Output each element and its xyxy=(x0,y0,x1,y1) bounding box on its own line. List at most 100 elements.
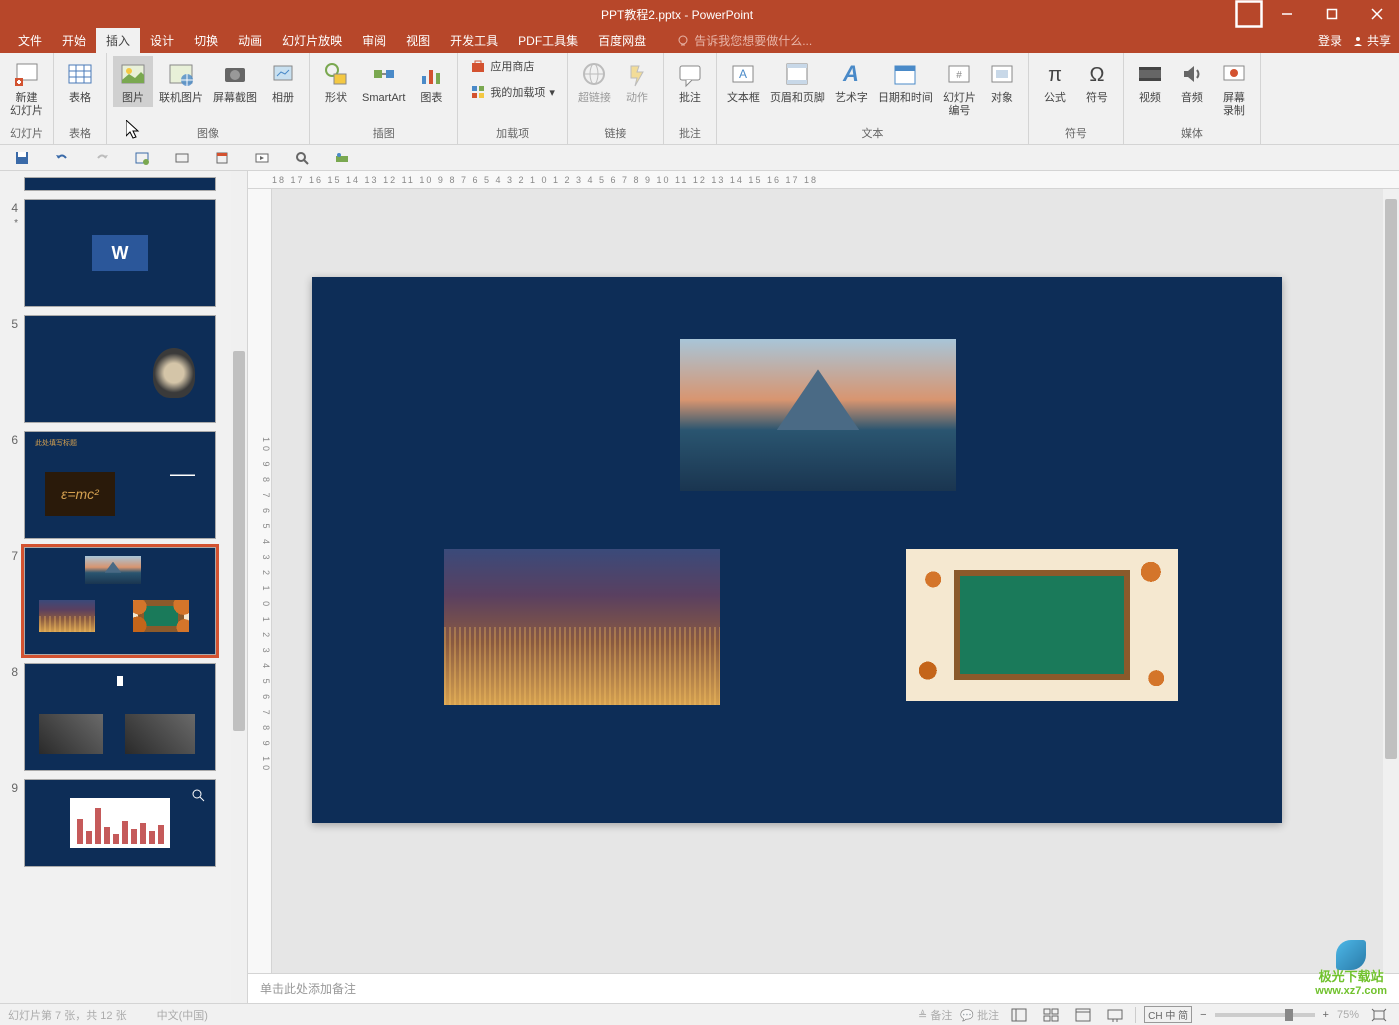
zoom-out-button[interactable]: − xyxy=(1200,1009,1206,1021)
sorter-view-button[interactable] xyxy=(1039,1006,1063,1024)
slide-editor: 18 17 16 15 14 13 12 11 10 9 8 7 6 5 4 3… xyxy=(248,171,1399,1003)
reading-view-button[interactable] xyxy=(1071,1006,1095,1024)
image-mountain[interactable] xyxy=(680,339,956,491)
maximize-button[interactable] xyxy=(1309,0,1354,28)
undo-button[interactable] xyxy=(52,148,72,168)
thumbnail-slide-5[interactable] xyxy=(24,315,216,423)
qat-btn-8[interactable] xyxy=(292,148,312,168)
image-chalkboard[interactable] xyxy=(906,549,1178,701)
slide-thumbnails-panel[interactable]: 4* 5 6 此处填写标题 ε=mc² ▬▬▬▬▬ 7 xyxy=(0,171,248,1003)
zoom-slider[interactable] xyxy=(1215,1013,1315,1017)
lightbulb-icon xyxy=(676,34,690,48)
equation-button[interactable]: π 公式 xyxy=(1035,56,1075,107)
slide-number-button[interactable]: # 幻灯片 编号 xyxy=(939,56,980,120)
chart-button[interactable]: 图表 xyxy=(411,56,451,107)
menu-animations[interactable]: 动画 xyxy=(228,28,272,53)
ribbon-display-options[interactable] xyxy=(1234,0,1264,28)
share-button[interactable]: 共享 xyxy=(1352,32,1391,49)
header-footer-button[interactable]: 页眉和页脚 xyxy=(766,56,829,107)
redo-button[interactable] xyxy=(92,148,112,168)
slideshow-view-button[interactable] xyxy=(1103,1006,1127,1024)
thumbnail-slide-4[interactable] xyxy=(24,199,216,307)
window-title: PPT教程2.pptx - PowerPoint xyxy=(120,6,1234,23)
textbox-button[interactable]: A 文本框 xyxy=(723,56,764,107)
symbol-button[interactable]: Ω 符号 xyxy=(1077,56,1117,107)
share-icon xyxy=(1352,35,1364,47)
comments-toggle[interactable]: 💬 批注 xyxy=(960,1007,999,1023)
watermark: 极光下载站 www.xz7.com xyxy=(1315,940,1387,997)
thumbnail-slide-6[interactable]: 此处填写标题 ε=mc² ▬▬▬▬▬ xyxy=(24,431,216,539)
menu-slideshow[interactable]: 幻灯片放映 xyxy=(272,28,352,53)
slide-canvas[interactable] xyxy=(312,277,1282,823)
thumbnail-slide-9[interactable] xyxy=(24,779,216,867)
shapes-button[interactable]: 形状 xyxy=(316,56,356,107)
menu-baidu[interactable]: 百度网盘 xyxy=(588,28,656,53)
thumbnail-slide-8[interactable] xyxy=(24,663,216,771)
editor-scrollbar[interactable] xyxy=(1383,189,1399,973)
thumbnail-slide-partial[interactable] xyxy=(24,177,216,191)
fit-window-button[interactable] xyxy=(1367,1006,1391,1024)
svg-text:π: π xyxy=(1048,64,1062,86)
datetime-icon xyxy=(889,58,921,90)
new-slide-icon xyxy=(11,58,43,90)
notes-pane[interactable]: 单击此处添加备注 xyxy=(248,973,1399,1003)
video-button[interactable]: 视频 xyxy=(1130,56,1170,107)
vertical-ruler: 10 9 8 7 6 5 4 3 2 1 0 1 2 3 4 5 6 7 8 9… xyxy=(248,189,272,973)
menu-review[interactable]: 审阅 xyxy=(352,28,396,53)
zoom-level[interactable]: 75% xyxy=(1337,1009,1359,1021)
store-icon xyxy=(470,58,486,74)
menu-developer[interactable]: 开发工具 xyxy=(440,28,508,53)
album-button[interactable]: 相册 xyxy=(263,56,303,107)
close-button[interactable] xyxy=(1354,0,1399,28)
minimize-button[interactable] xyxy=(1264,0,1309,28)
screen-recording-button[interactable]: 屏幕 录制 xyxy=(1214,56,1254,120)
wordart-button[interactable]: A 艺术字 xyxy=(831,56,872,107)
menu-file[interactable]: 文件 xyxy=(8,28,52,53)
object-button[interactable]: 对象 xyxy=(982,56,1022,107)
image-city[interactable] xyxy=(444,549,720,705)
new-slide-button[interactable]: 新建 幻灯片 xyxy=(6,56,47,120)
online-picture-button[interactable]: 联机图片 xyxy=(155,56,207,107)
menu-design[interactable]: 设计 xyxy=(140,28,184,53)
thumbnails-scrollbar[interactable] xyxy=(231,171,247,1003)
menu-view[interactable]: 视图 xyxy=(396,28,440,53)
ime-indicator[interactable]: CH 中 简 xyxy=(1144,1006,1192,1023)
qat-btn-7[interactable] xyxy=(252,148,272,168)
slide-counter: 幻灯片第 7 张，共 12 张 xyxy=(8,1007,127,1023)
addins-icon xyxy=(470,84,486,100)
normal-view-button[interactable] xyxy=(1007,1006,1031,1024)
qat-btn-6[interactable] xyxy=(212,148,232,168)
comment-icon xyxy=(674,58,706,90)
album-icon xyxy=(267,58,299,90)
login-link[interactable]: 登录 xyxy=(1318,32,1342,49)
qat-btn-9[interactable] xyxy=(332,148,352,168)
comment-button[interactable]: 批注 xyxy=(670,56,710,107)
table-button[interactable]: 表格 xyxy=(60,56,100,107)
titlebar: PPT教程2.pptx - PowerPoint xyxy=(0,0,1399,28)
tell-me-search[interactable]: 告诉我您想要做什么... xyxy=(676,32,812,49)
menu-transitions[interactable]: 切换 xyxy=(184,28,228,53)
hyperlink-icon xyxy=(578,58,610,90)
notes-toggle[interactable]: ≜ 备注 xyxy=(918,1007,952,1023)
audio-button[interactable]: 音频 xyxy=(1172,56,1212,107)
action-button[interactable]: 动作 xyxy=(617,56,657,107)
language-indicator[interactable]: 中文(中国) xyxy=(157,1007,208,1023)
screenshot-button[interactable]: 屏幕截图 xyxy=(209,56,261,107)
store-button[interactable]: 应用商店 xyxy=(464,56,561,76)
qat-btn-4[interactable] xyxy=(132,148,152,168)
datetime-button[interactable]: 日期和时间 xyxy=(874,56,937,107)
menu-pdf[interactable]: PDF工具集 xyxy=(508,28,588,53)
qat-btn-5[interactable] xyxy=(172,148,192,168)
hyperlink-button[interactable]: 超链接 xyxy=(574,56,615,107)
thumbnail-slide-7[interactable] xyxy=(24,547,216,655)
my-addins-button[interactable]: 我的加载项 ▾ xyxy=(464,82,561,102)
save-button[interactable] xyxy=(12,148,32,168)
magnify-icon xyxy=(191,788,205,802)
menu-home[interactable]: 开始 xyxy=(52,28,96,53)
zoom-in-button[interactable]: + xyxy=(1323,1009,1329,1021)
svg-text:A: A xyxy=(739,67,747,81)
smartart-button[interactable]: SmartArt xyxy=(358,56,409,107)
menu-insert[interactable]: 插入 xyxy=(96,28,140,53)
picture-button[interactable]: 图片 xyxy=(113,56,153,107)
canvas-area[interactable] xyxy=(272,189,1399,973)
